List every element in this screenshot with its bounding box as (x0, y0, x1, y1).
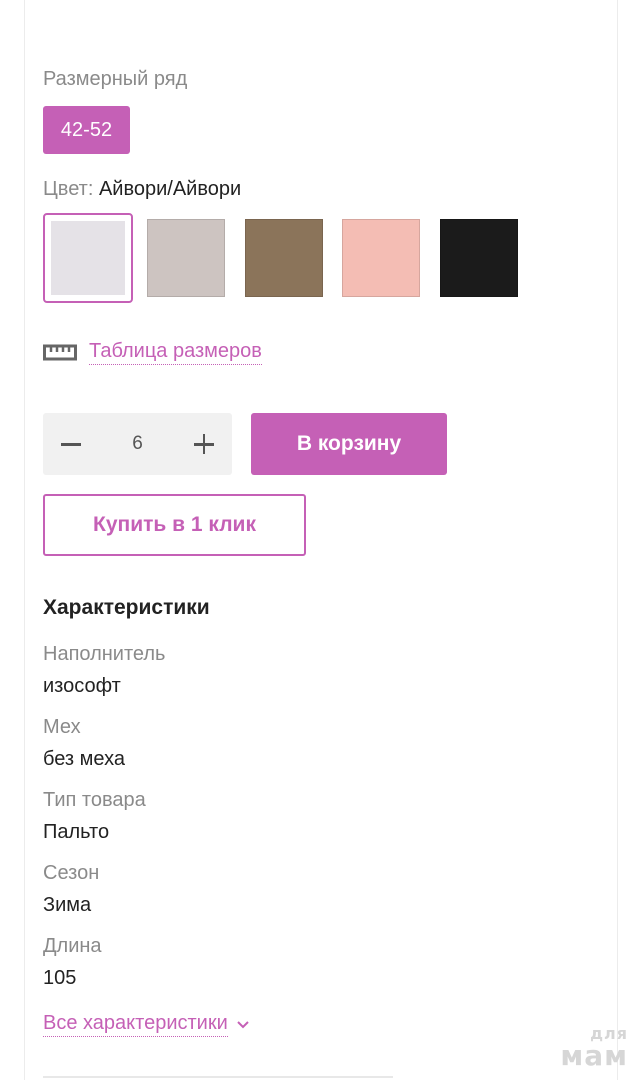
spec-item: Наполнитель изософт (43, 642, 165, 715)
size-option-42-52[interactable]: 42-52 (43, 106, 130, 154)
swatch-black[interactable] (440, 219, 518, 297)
swatch-brown[interactable] (245, 219, 323, 297)
chevron-down-icon (237, 1020, 249, 1028)
color-selected-name: Айвори/Айвори (98, 178, 242, 200)
spec-item: Тип товара Пальто (43, 788, 165, 861)
characteristics-list: Наполнитель изософт Мех без меха Тип тов… (43, 642, 165, 1007)
spec-value: Зима (43, 894, 92, 916)
characteristics-title: Характеристики (43, 596, 210, 619)
spec-key: Тип товара (43, 789, 146, 811)
watermark-line2: мам (560, 1039, 628, 1072)
add-to-cart-button[interactable]: В корзину (251, 413, 447, 475)
color-line: Цвет: Айвори/Айвори (43, 178, 241, 201)
spec-value: Пальто (43, 821, 110, 843)
swatch-ivory-fill (51, 221, 125, 295)
swatch-pink[interactable] (342, 219, 420, 297)
spec-item: Сезон Зима (43, 861, 165, 934)
watermark-logo: для мам (560, 1026, 628, 1070)
size-table-link[interactable]: Таблица размеров (89, 340, 262, 365)
spec-key: Сезон (43, 862, 100, 884)
size-table-row[interactable]: Таблица размеров (43, 340, 262, 365)
color-swatches (43, 213, 543, 303)
all-characteristics-link[interactable]: Все характеристики (43, 1012, 228, 1037)
all-characteristics-row[interactable]: Все характеристики (43, 1012, 250, 1037)
minus-icon[interactable] (59, 432, 83, 456)
size-range-label: Размерный ряд (43, 68, 188, 90)
spec-value: изософт (43, 675, 121, 697)
spec-value: без меха (43, 748, 125, 770)
quantity-stepper: 6 (43, 413, 232, 475)
swatch-ivory[interactable] (43, 213, 133, 303)
spec-key: Длина (43, 935, 102, 957)
spec-item: Мех без меха (43, 715, 165, 788)
color-label: Цвет: (43, 178, 94, 200)
spec-item: Длина 105 (43, 934, 165, 1007)
spec-value: 105 (43, 967, 77, 989)
swatch-beige-gray[interactable] (147, 219, 225, 297)
ruler-icon (43, 344, 77, 360)
spec-key: Наполнитель (43, 643, 166, 665)
spec-key: Мех (43, 716, 81, 738)
quantity-value[interactable]: 6 (132, 433, 143, 455)
plus-icon[interactable] (192, 432, 216, 456)
product-card: Размерный ряд 42-52 Цвет: Айвори/Айвори … (24, 0, 618, 1080)
divider (43, 1076, 393, 1078)
buy-one-click-button[interactable]: Купить в 1 клик (43, 494, 306, 556)
